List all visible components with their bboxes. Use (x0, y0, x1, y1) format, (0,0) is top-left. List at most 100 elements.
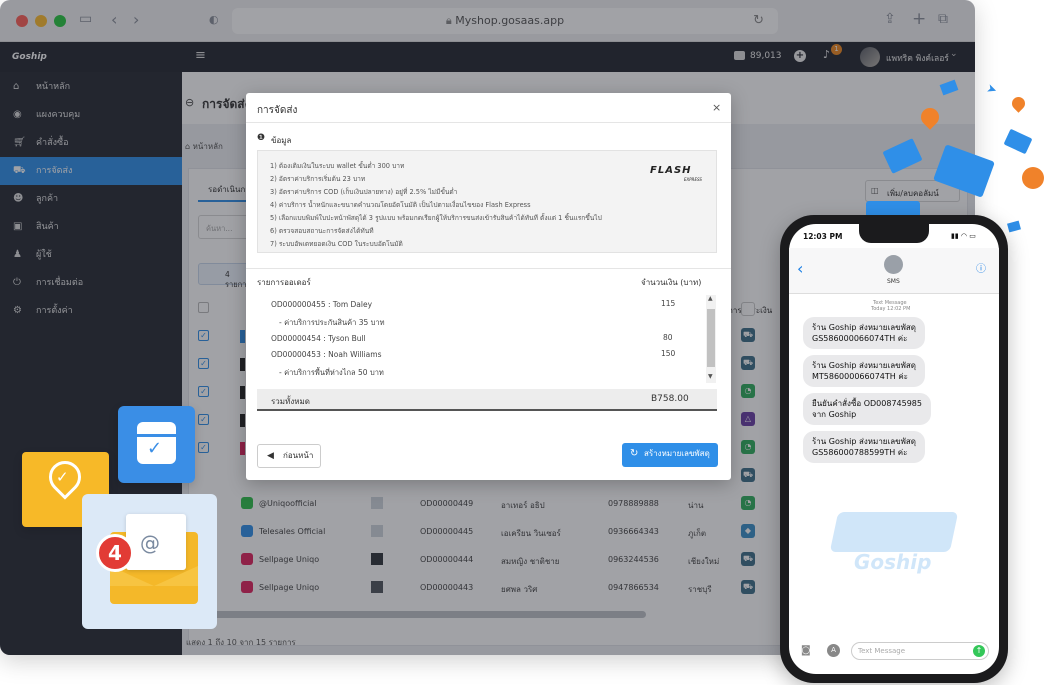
home-icon: ⌂ (13, 81, 20, 92)
row-checkbox[interactable]: ✓ (198, 386, 209, 397)
info-icon: ❶ (257, 133, 266, 143)
horizontal-scrollbar[interactable] (186, 611, 646, 618)
refresh-icon: ↻ (630, 448, 639, 459)
sidebar-item-customers[interactable]: ☻ ลูกค้า (0, 185, 182, 213)
close-window-button[interactable] (16, 15, 28, 27)
scroll-thumb[interactable] (707, 309, 715, 367)
avatar[interactable] (860, 47, 880, 67)
table-row[interactable]: Sellpage Uniqo OD00000444 สมหญิง ชาติชาย… (193, 546, 773, 573)
unread-count-badge: 4 (96, 534, 134, 572)
hamburger-menu-icon[interactable]: ≡ (195, 49, 206, 63)
total-row: รวมทั้งหมด B758.00 (257, 389, 717, 411)
back-icon[interactable]: ‹ (111, 10, 117, 29)
truck-icon: ⛟ (13, 165, 26, 176)
channel-chip (240, 442, 245, 455)
scroll-down-icon[interactable]: ▼ (708, 373, 713, 380)
back-chevron-icon[interactable]: ‹ (797, 259, 803, 278)
app-store-icon[interactable]: A (827, 644, 840, 657)
flash-express-logo: FLASH EXPRESS (650, 165, 702, 182)
scroll-up-icon[interactable]: ▲ (708, 295, 713, 302)
sidebar-item-products[interactable]: ▣ สินค้า (0, 213, 182, 241)
address-bar[interactable]: 🔒︎ Myshop.gosaas.app ↻ (232, 8, 778, 34)
status-icons: ▮▮ ◠ ▭ (951, 232, 976, 240)
status-icon[interactable]: ⛟ (741, 552, 755, 566)
status-icon[interactable]: ⛟ (741, 580, 755, 594)
col-amount-header: จำนวนเงิน (บาท) (641, 278, 702, 287)
phone-screen: 12:03 PM ▮▮ ◠ ▭ ‹ SMS ⓘ Text Message Tod… (789, 224, 999, 674)
reload-icon[interactable]: ↻ (753, 8, 764, 34)
sms-message: ร้าน Goship ส่งหมายเลขพัสดุ GS58600006607… (803, 317, 925, 349)
info-box: 1) ต้องเติมเงินในระบบ wallet ขั้นต่ำ 300… (257, 150, 717, 253)
new-tab-icon[interactable]: + (912, 9, 926, 29)
status-icon[interactable]: ◔ (741, 384, 755, 398)
sidebar-item-settings[interactable]: ⚙ การตั้งค่า (0, 297, 182, 325)
info-heading: ข้อมูล (271, 136, 292, 145)
sidebar-item-dashboard[interactable]: ◉ แผงควบคุม (0, 101, 182, 129)
shipping-modal: การจัดส่ง × ❶ ข้อมูล 1) ต้องเติมเงินในระ… (246, 93, 731, 480)
maximize-window-button[interactable] (54, 15, 66, 27)
back-arrow-icon[interactable]: ⊖ (185, 96, 194, 109)
status-icon[interactable]: ⛟ (741, 328, 755, 342)
breadcrumb: ⌂ หน้าหลัก (185, 140, 223, 153)
table-row[interactable]: @Uniqoofficial OD00000449 อาเทอร์ อธิป 0… (193, 490, 773, 517)
page-title: การจัดส่ง (202, 97, 251, 111)
status-icon[interactable]: △ (741, 412, 755, 426)
modal-title: การจัดส่ง (257, 105, 298, 116)
share-icon[interactable]: ⇪ (884, 11, 896, 27)
send-icon[interactable]: ↑ (973, 645, 985, 657)
phone-time: 12:03 PM (803, 232, 843, 241)
chevron-down-icon[interactable]: ⌄ (950, 49, 958, 59)
status-icon[interactable]: ⛟ (741, 356, 755, 370)
back-button[interactable]: ◀ ก่อนหน้า (257, 444, 321, 468)
col-orders-header: รายการออเดอร์ (257, 278, 311, 287)
create-tracking-button[interactable]: ↻ สร้างหมายเลขพัสดุ (622, 443, 718, 467)
info-circle-icon[interactable]: ⓘ (976, 260, 986, 275)
order-fee: - ค่าบริการประกันสินค้า 35 บาท (279, 318, 385, 327)
row-checkbox[interactable]: ✓ (198, 330, 209, 341)
bell-icon[interactable]: ♪ (823, 48, 830, 61)
status-icon[interactable]: ◔ (741, 496, 755, 510)
user-name[interactable]: แพทริค พิงค์เลอร์ (886, 51, 949, 65)
sms-message: ร้าน Goship ส่งหมายเลขพัสดุ MT58600006607… (803, 355, 925, 387)
goship-logo[interactable]: Goship (12, 48, 56, 66)
breadcrumb-home[interactable]: หน้าหลัก (193, 142, 223, 151)
line-icon (241, 497, 253, 509)
row-checkbox[interactable]: ✓ (198, 414, 209, 425)
close-icon[interactable]: × (712, 101, 721, 114)
wallet-balance[interactable]: 89,013 (750, 51, 782, 61)
row-checkbox[interactable]: ✓ (198, 358, 209, 369)
telesales-icon (241, 525, 253, 537)
phone-mockup: 12:03 PM ▮▮ ◠ ▭ ‹ SMS ⓘ Text Message Tod… (780, 215, 1008, 683)
phone-notch (859, 224, 929, 243)
sidebar-item-home[interactable]: ⌂ หน้าหลัก (0, 73, 182, 101)
cart-icon: 🛒︎ (13, 137, 26, 148)
status-icon[interactable]: ⛟ (741, 468, 755, 482)
notification-badge: 1 (831, 44, 842, 55)
order-list-scrollbar[interactable]: ▲ ▼ (706, 295, 716, 383)
url-text: Myshop.gosaas.app (455, 14, 565, 27)
sidebar-item-orders[interactable]: 🛒︎ คำสั่งซื้อ (0, 129, 182, 157)
minimize-window-button[interactable] (35, 15, 47, 27)
product-thumb (371, 553, 383, 565)
status-header-icon (741, 302, 755, 316)
sidebar-item-integrations[interactable]: ⏻ การเชื่อมต่อ (0, 269, 182, 297)
sidebar-item-users[interactable]: ♟ ผู้ใช้ (0, 241, 182, 269)
message-input[interactable]: Text Message ↑ (851, 642, 989, 660)
tabs-overview-icon[interactable]: ⧉ (938, 11, 948, 27)
sms-message: ร้าน Goship ส่งหมายเลขพัสดุ GS58600078859… (803, 431, 925, 463)
status-icon[interactable]: ◆ (741, 524, 755, 538)
select-all-checkbox[interactable] (198, 302, 209, 313)
channel-chip (240, 386, 245, 399)
add-icon[interactable]: + (794, 50, 806, 62)
table-row[interactable]: Telesales Official OD00000445 เอเครียน ว… (193, 518, 773, 545)
privacy-shield-icon[interactable]: ◐ (209, 13, 219, 26)
table-row[interactable]: Sellpage Uniqo OD00000443 ยศพล วริศ 0947… (193, 574, 773, 601)
status-icon[interactable]: ◔ (741, 440, 755, 454)
at-sign: @ (140, 531, 160, 555)
camera-icon[interactable]: ◙ (801, 645, 811, 656)
forward-icon[interactable]: › (133, 10, 139, 29)
sidebar-toggle-icon[interactable]: ▭ (79, 11, 92, 27)
row-checkbox[interactable]: ✓ (198, 442, 209, 453)
sidebar-item-shipping[interactable]: ⛟ การจัดส่ง (0, 157, 182, 185)
plug-icon: ⏻ (13, 277, 21, 288)
